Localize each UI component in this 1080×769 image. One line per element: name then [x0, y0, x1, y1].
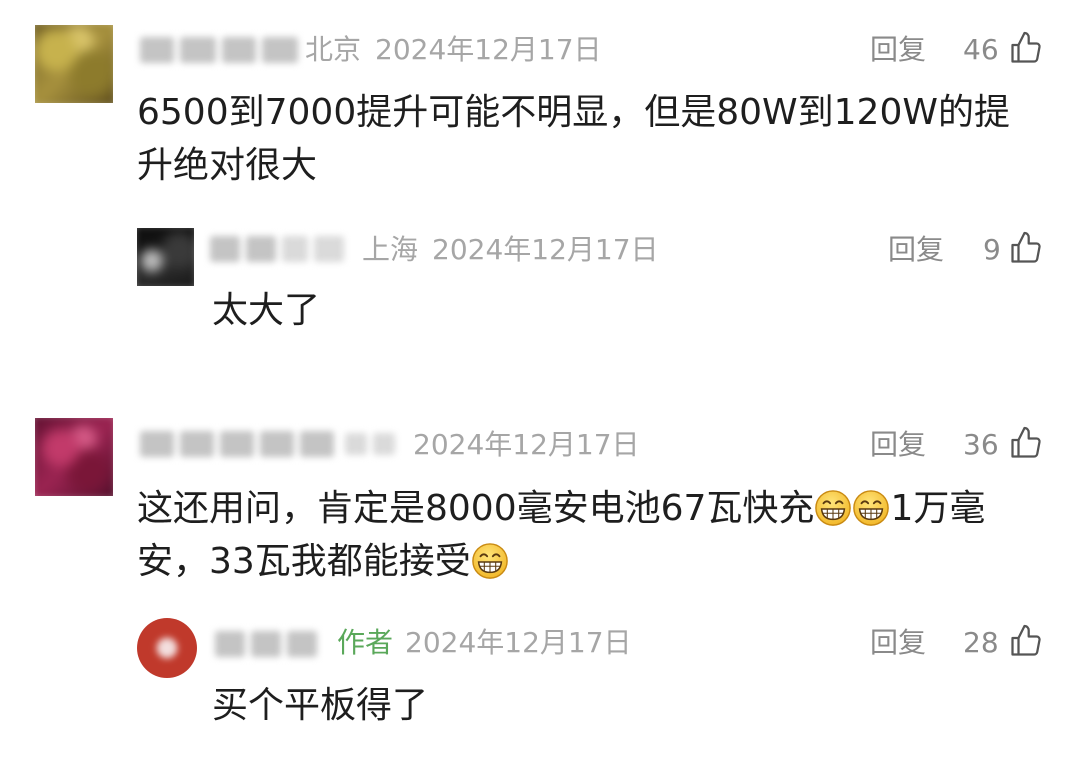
like-count: 36 — [963, 428, 999, 461]
location: 上海 — [362, 233, 419, 266]
comment-text-line: 这还用问，肯定是8000毫安电池67瓦快充 1万毫 — [137, 482, 985, 535]
avatar[interactable] — [35, 418, 113, 496]
comment-text-line: 安，33瓦我都能接受 — [137, 535, 985, 588]
grinning-face-emoji — [471, 542, 508, 580]
text-segment: 安，33瓦我都能接受 — [137, 541, 471, 582]
location-blurred — [345, 433, 395, 455]
reply-text: 买个平板得了 — [212, 685, 429, 726]
thumbs-up-icon[interactable] — [1008, 230, 1044, 266]
reply-button[interactable]: 回复 — [870, 428, 926, 462]
username-blurred[interactable] — [210, 236, 344, 262]
comment-text: 这还用问，肯定是8000毫安电池67瓦快充 1万毫 安，33瓦我都能接受 — [137, 482, 985, 588]
location: 北京 — [305, 33, 362, 66]
thumbs-up-icon[interactable] — [1008, 425, 1044, 461]
reply-button[interactable]: 回复 — [870, 626, 926, 660]
like-count: 46 — [963, 33, 999, 66]
avatar[interactable] — [137, 228, 194, 286]
thumbs-up-icon[interactable] — [1008, 30, 1044, 66]
comment-date: 2024年12月17日 — [432, 233, 659, 266]
avatar[interactable] — [137, 618, 197, 678]
grinning-face-emoji — [815, 489, 852, 527]
author-badge: 作者 — [337, 626, 394, 659]
username-blurred[interactable] — [140, 431, 334, 457]
comment-date: 2024年12月17日 — [405, 626, 632, 659]
avatar[interactable] — [35, 25, 113, 103]
comment-date: 2024年12月17日 — [375, 33, 602, 66]
like-count: 28 — [963, 626, 999, 659]
comment-text: 6500到7000提升可能不明显，但是80W到120W的提 升绝对很大 — [137, 86, 1010, 192]
text-segment: 1万毫 — [890, 488, 986, 529]
comment-text-line: 升绝对很大 — [137, 145, 318, 186]
grinning-face-emoji — [853, 489, 890, 527]
username-blurred[interactable] — [140, 37, 298, 63]
comment-text-line: 6500到7000提升可能不明显，但是80W到120W的提 — [137, 92, 1010, 133]
comment-list: 北京 2024年12月17日 回复 46 6500到7000提升可能不明显，但是… — [0, 0, 1080, 769]
reply-button[interactable]: 回复 — [888, 233, 944, 267]
username-blurred[interactable] — [215, 631, 317, 657]
like-count: 9 — [983, 233, 1001, 266]
reply-text: 太大了 — [212, 290, 321, 331]
thumbs-up-icon[interactable] — [1008, 623, 1044, 659]
text-segment: 这还用问，肯定是8000毫安电池67瓦快充 — [137, 488, 815, 529]
reply-button[interactable]: 回复 — [870, 33, 926, 67]
comment-date: 2024年12月17日 — [413, 428, 640, 461]
